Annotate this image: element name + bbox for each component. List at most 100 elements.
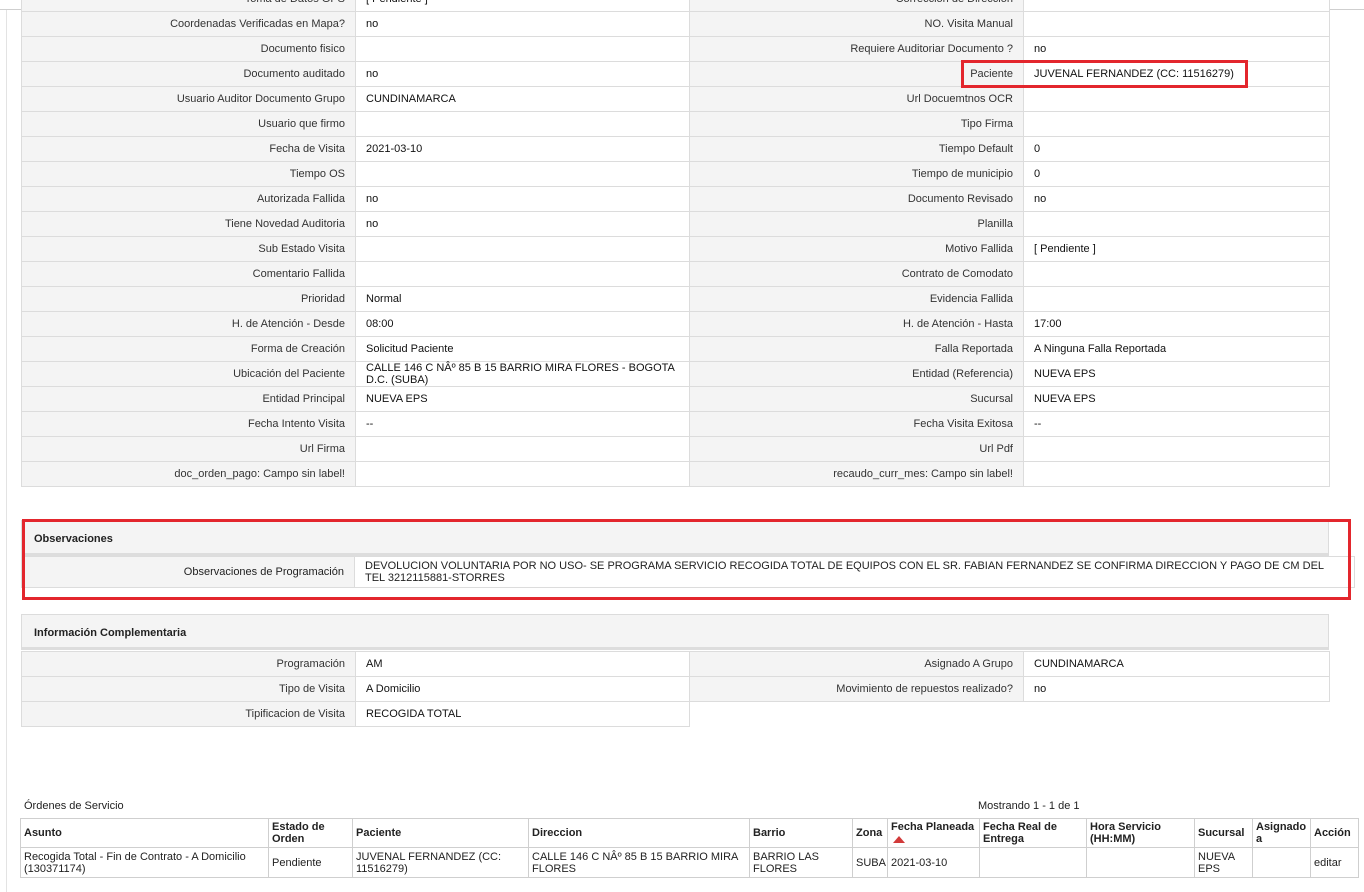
column-header-label: Estado de Orden (272, 821, 325, 845)
column-header-estado-de-orden[interactable]: Estado de Orden (268, 818, 353, 848)
column-header-accion[interactable]: Acción (1310, 818, 1359, 848)
field-label-falla-reportada: Falla Reportada (689, 336, 1024, 362)
field-label-tiempo-os: Tiempo OS (21, 161, 356, 187)
field-label-tiempo-default: Tiempo Default (689, 136, 1024, 162)
column-header-barrio[interactable]: Barrio (749, 818, 853, 848)
field-label-sub-estado-visita: Sub Estado Visita (21, 236, 356, 262)
field-label-doc-orden-pago-campo-sin-label: doc_orden_pago: Campo sin label! (21, 461, 356, 487)
detail-row: Fecha Intento Visita -- Fecha Visita Exito… (21, 411, 1330, 437)
column-header-zona[interactable]: Zona (852, 818, 888, 848)
order-cell-fecha-real-de-entrega (979, 847, 1087, 878)
field-value-sub-estado-visita (355, 236, 690, 262)
field-value-tipo-de-visita: A Domicilio (355, 676, 690, 702)
column-header-label: Paciente (356, 827, 402, 839)
column-header-asignado-a[interactable]: Asignado a (1252, 818, 1311, 848)
field-label-tipo-firma: Tipo Firma (689, 111, 1024, 137)
order-cell-barrio: BARRIO LAS FLORES (749, 847, 853, 878)
field-label-correccion-de-direccion: Corrección de Dirección (689, 0, 1024, 12)
column-header-label: Hora Servicio (HH:MM) (1090, 821, 1161, 845)
field-label-no-visita-manual: NO. Visita Manual (689, 11, 1024, 37)
detail-row: Fecha de Visita 2021-03-10 Tiempo Default 0 (21, 136, 1330, 162)
field-label-ubicacion-del-paciente: Ubicación del Paciente (21, 361, 356, 387)
field-value-url-pdf (1023, 436, 1330, 462)
detail-row: Tipificacion de Visita RECOGIDA TOTAL (21, 701, 1330, 727)
field-value-usuario-auditor-documento-grupo: CUNDINAMARCA (355, 86, 690, 112)
order-cell-fecha-planeada: 2021-03-10 (887, 847, 980, 878)
field-label-usuario-que-firmo: Usuario que firmo (21, 111, 356, 137)
field-label-planilla: Planilla (689, 211, 1024, 237)
field-label-usuario-auditor-documento-grupo: Usuario Auditor Documento Grupo (21, 86, 356, 112)
observaciones-section: Observaciones Observaciones de Programac… (21, 520, 1355, 588)
sort-ascending-icon[interactable] (893, 835, 905, 843)
field-value-documento-auditado: no (355, 61, 690, 87)
field-value-coordenadas-verificadas-en-mapa: no (355, 11, 690, 37)
detail-row: Documento fisico Requiere Auditoriar Docu… (21, 36, 1330, 62)
orders-table: Asunto Estado de Orden Paciente Direccion Ba… (20, 818, 1359, 878)
detail-row: Forma de Creación Solicitud Paciente Falla… (21, 336, 1330, 362)
column-header-direccion[interactable]: Direccion (528, 818, 750, 848)
detail-row: Tipo de Visita A Domicilio Movimiento de r… (21, 676, 1330, 702)
field-label-entidad-referencia: Entidad (Referencia) (689, 361, 1024, 387)
field-label-coordenadas-verificadas-en-mapa: Coordenadas Verificadas en Mapa? (21, 11, 356, 37)
field-value-paciente: JUVENAL FERNANDEZ (CC: 11516279) (1023, 61, 1330, 87)
column-header-label: Sucursal (1198, 827, 1245, 839)
order-cell-direccion: CALLE 146 C NÂº 85 B 15 BARRIO MIRA FLOR… (528, 847, 750, 878)
field-label-asignado-a-grupo: Asignado A Grupo (689, 651, 1024, 677)
field-label-paciente: Paciente (689, 61, 1024, 87)
column-header-fecha-real-de-entrega[interactable]: Fecha Real de Entrega (979, 818, 1087, 848)
field-label-motivo-fallida: Motivo Fallida (689, 236, 1024, 262)
order-cell-hora-servicio-hh-mm (1086, 847, 1195, 878)
field-label-documento-auditado: Documento auditado (21, 61, 356, 87)
empty-cell (690, 702, 1024, 727)
detail-row: Documento auditado no Paciente JUVENAL FERN… (21, 61, 1330, 87)
edit-link[interactable]: editar (1310, 847, 1359, 878)
detail-row: Usuario que firmo Tipo Firma (21, 111, 1330, 137)
column-header-asunto[interactable]: Asunto (20, 818, 269, 848)
field-label-recaudo-curr-mes-campo-sin-label: recaudo_curr_mes: Campo sin label! (689, 461, 1024, 487)
detail-row: Toma de Datos GPS[ Pendiente ]Corrección… (21, 0, 1330, 12)
detail-row: H. de Atención - Desde 08:00 H. de Atenció… (21, 311, 1330, 337)
field-value-url-docuemtnos-ocr (1023, 86, 1330, 112)
detail-row: Tiempo OS Tiempo de municipio 0 (21, 161, 1330, 187)
field-label-fecha-intento-visita: Fecha Intento Visita (21, 411, 356, 437)
detail-row: Prioridad Normal Evidencia Fallida (21, 286, 1330, 312)
detail-row: Tiene Novedad Auditoria no Planilla (21, 211, 1330, 237)
field-label-fecha-visita-exitosa: Fecha Visita Exitosa (689, 411, 1024, 437)
field-value-programacion: AM (355, 651, 690, 677)
column-header-label: Fecha Real de Entrega (983, 821, 1057, 845)
field-value-autorizada-fallida: no (355, 186, 690, 212)
detail-row: Autorizada Fallida no Documento Revisado no (21, 186, 1330, 212)
complementaria-section: Información Complementaria (21, 614, 1329, 650)
field-label-h-de-atencion-hasta: H. de Atención - Hasta (689, 311, 1024, 337)
field-label-url-docuemtnos-ocr: Url Docuemtnos OCR (689, 86, 1024, 112)
orders-count: Mostrando 1 - 1 de 1 (978, 800, 1080, 812)
field-label-url-pdf: Url Pdf (689, 436, 1024, 462)
column-header-hora-servicio-hh-mm[interactable]: Hora Servicio (HH:MM) (1086, 818, 1195, 848)
column-header-label: Asignado a (1256, 821, 1307, 845)
column-header-sucursal[interactable]: Sucursal (1194, 818, 1253, 848)
field-value-fecha-de-visita: 2021-03-10 (355, 136, 690, 162)
field-value-motivo-fallida: [ Pendiente ] (1023, 236, 1330, 262)
field-label-h-de-atencion-desde: H. de Atención - Desde (21, 311, 356, 337)
field-value-documento-fisico (355, 36, 690, 62)
detail-row: Ubicación del Paciente CALLE 146 C NÂº 85… (21, 361, 1330, 387)
field-label-fecha-de-visita: Fecha de Visita (21, 136, 356, 162)
order-cell-zona: SUBA (852, 847, 888, 878)
column-header-fecha-planeada[interactable]: Fecha Planeada (887, 818, 980, 848)
column-header-paciente[interactable]: Paciente (352, 818, 529, 848)
complementaria-title: Información Complementaria (21, 614, 1329, 650)
order-cell-estado-de-orden: Pendiente (268, 847, 353, 878)
field-value-usuario-que-firmo (355, 111, 690, 137)
detail-row: doc_orden_pago: Campo sin label! recaudo_… (21, 461, 1330, 487)
field-value-tiempo-de-municipio: 0 (1023, 161, 1330, 187)
detail-row: Programación AM Asignado A Grupo CUNDINAMAR… (21, 651, 1330, 677)
field-value-entidad-referencia: NUEVA EPS (1023, 361, 1330, 387)
field-value-sucursal: NUEVA EPS (1023, 386, 1330, 412)
field-value-asignado-a-grupo: CUNDINAMARCA (1023, 651, 1330, 677)
field-label-sucursal: Sucursal (689, 386, 1024, 412)
field-value-contrato-de-comodato (1023, 261, 1330, 287)
observaciones-value: DEVOLUCION VOLUNTARIA POR NO USO- SE PRO… (354, 556, 1355, 588)
field-label-comentario-fallida: Comentario Fallida (21, 261, 356, 287)
field-value-h-de-atencion-desde: 08:00 (355, 311, 690, 337)
field-value-tiempo-default: 0 (1023, 136, 1330, 162)
